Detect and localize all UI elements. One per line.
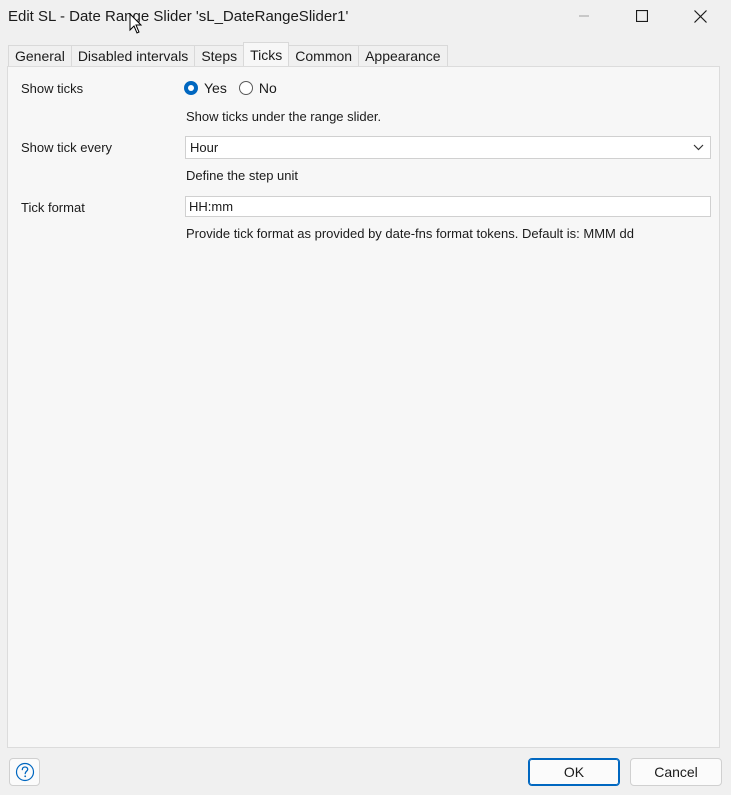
close-icon: [693, 9, 707, 23]
help-button[interactable]: [9, 758, 40, 786]
tick-format-hint: Provide tick format as provided by date-…: [186, 226, 634, 241]
show-ticks-yes-label: Yes: [204, 80, 227, 96]
mouse-cursor-icon: [129, 13, 143, 34]
tick-format-input[interactable]: [185, 196, 711, 217]
tab-common[interactable]: Common: [288, 45, 360, 66]
tab-appearance[interactable]: Appearance: [358, 45, 448, 66]
cancel-button[interactable]: Cancel: [630, 758, 722, 786]
help-icon: [15, 762, 34, 782]
title-bar: Edit SL - Date Range Slider 'sL_DateRang…: [0, 0, 731, 34]
show-ticks-no-radio[interactable]: No: [238, 80, 277, 96]
ticks-panel: Show ticks Yes No Show ticks under the r…: [7, 66, 720, 748]
show-ticks-no-label: No: [258, 80, 277, 96]
show-ticks-radio-group: Yes No: [184, 80, 289, 96]
show-tick-every-hint: Define the step unit: [186, 168, 299, 183]
minimize-button[interactable]: [555, 0, 613, 32]
show-ticks-label: Show ticks: [21, 81, 84, 96]
tab-ticks[interactable]: Ticks: [243, 42, 290, 66]
minimize-icon: [579, 15, 589, 17]
close-button[interactable]: [671, 0, 729, 32]
ok-button[interactable]: OK: [528, 758, 620, 786]
window-title: Edit SL - Date Range Slider 'sL_DateRang…: [8, 8, 349, 25]
dialog-window: Edit SL - Date Range Slider 'sL_DateRang…: [0, 0, 731, 795]
chevron-down-icon: [693, 144, 704, 151]
show-ticks-yes-radio[interactable]: Yes: [184, 80, 227, 96]
maximize-icon: [636, 10, 648, 22]
radio-unchecked-icon: [238, 81, 253, 95]
show-tick-every-select[interactable]: Hour: [185, 136, 711, 159]
tab-disabled-intervals[interactable]: Disabled intervals: [70, 45, 196, 66]
show-tick-every-value: Hour: [190, 140, 219, 155]
radio-checked-icon: [184, 81, 198, 95]
show-tick-every-label: Show tick every: [21, 140, 113, 155]
maximize-button[interactable]: [613, 0, 671, 32]
tab-strip: General Disabled intervals Steps Ticks C…: [8, 42, 448, 67]
tab-steps[interactable]: Steps: [194, 45, 245, 66]
tick-format-label: Tick format: [21, 200, 85, 215]
show-ticks-hint: Show ticks under the range slider.: [186, 109, 382, 124]
tab-general[interactable]: General: [8, 45, 72, 66]
